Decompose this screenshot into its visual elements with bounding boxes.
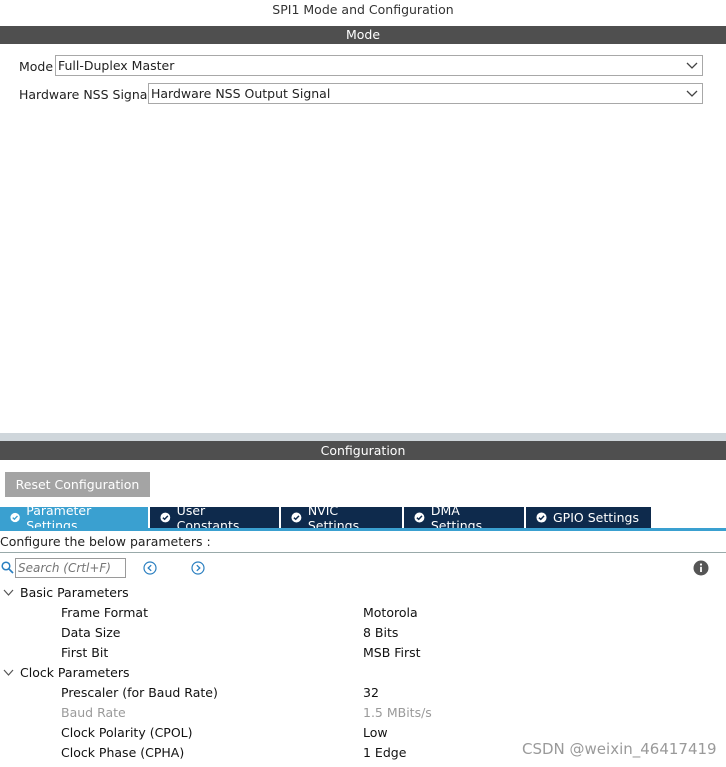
param-name: Clock Phase (CPHA) [61, 745, 185, 760]
chevron-down-icon [3, 669, 14, 676]
search-field[interactable] [15, 558, 126, 578]
clock-parameters-group[interactable]: Clock Parameters [0, 665, 129, 680]
search-icon [1, 561, 14, 574]
window-title: SPI1 Mode and Configuration [272, 2, 454, 17]
next-match-icon[interactable] [191, 561, 205, 575]
param-value[interactable]: MSB First [363, 645, 421, 660]
watermark: CSDN @weixin_46417419 [522, 740, 717, 758]
check-circle-icon [414, 512, 425, 523]
param-value[interactable]: 32 [363, 685, 379, 700]
nss-select[interactable]: Hardware NSS Output Signal [148, 83, 703, 104]
check-circle-icon [160, 512, 171, 523]
nss-label: Hardware NSS Signal [19, 87, 151, 102]
mode-section-header: Mode [0, 26, 726, 44]
configuration-section-header: Configuration [0, 441, 726, 460]
tab-underline [0, 528, 726, 531]
divider [0, 552, 726, 553]
nss-select-value: Hardware NSS Output Signal [151, 86, 331, 101]
check-circle-icon [10, 512, 20, 523]
param-value[interactable]: Low [363, 725, 388, 740]
param-name: Prescaler (for Baud Rate) [61, 685, 218, 700]
param-name: Baud Rate [61, 705, 126, 720]
mode-label: Mode [19, 59, 54, 74]
param-name: Frame Format [61, 605, 148, 620]
tab-gpio-settings[interactable]: GPIO Settings [526, 507, 651, 528]
check-circle-icon [291, 512, 302, 523]
param-name: Clock Polarity (CPOL) [61, 725, 193, 740]
check-circle-icon [536, 512, 547, 523]
info-icon[interactable] [693, 560, 709, 576]
param-name: Data Size [61, 625, 121, 640]
mode-select[interactable]: Full-Duplex Master [55, 55, 703, 76]
splitter[interactable] [0, 433, 726, 441]
param-value[interactable]: 8 Bits [363, 625, 398, 640]
chevron-down-icon [686, 90, 698, 97]
tab-user-constants[interactable]: User Constants [150, 503, 281, 533]
chevron-down-icon [3, 589, 14, 596]
tab-label: GPIO Settings [553, 510, 639, 525]
reset-configuration-button[interactable]: Reset Configuration [5, 472, 150, 497]
param-value: 1.5 MBits/s [363, 705, 432, 720]
group-label: Clock Parameters [20, 665, 130, 680]
tab-nvic-settings[interactable]: NVIC Settings [281, 503, 404, 533]
previous-match-icon[interactable] [143, 561, 157, 575]
mode-select-value: Full-Duplex Master [58, 58, 175, 73]
config-tabs: Parameter Settings User Constants NVIC S… [0, 503, 651, 533]
chevron-down-icon [686, 62, 698, 69]
tab-dma-settings[interactable]: DMA Settings [404, 503, 526, 533]
configure-instructions: Configure the below parameters : [0, 534, 211, 549]
group-label: Basic Parameters [20, 585, 129, 600]
basic-parameters-group[interactable]: Basic Parameters [0, 585, 129, 600]
tab-parameter-settings[interactable]: Parameter Settings [0, 503, 150, 533]
param-value[interactable]: Motorola [363, 605, 418, 620]
search-input[interactable] [16, 559, 125, 577]
param-name: First Bit [61, 645, 109, 660]
param-value[interactable]: 1 Edge [363, 745, 406, 760]
